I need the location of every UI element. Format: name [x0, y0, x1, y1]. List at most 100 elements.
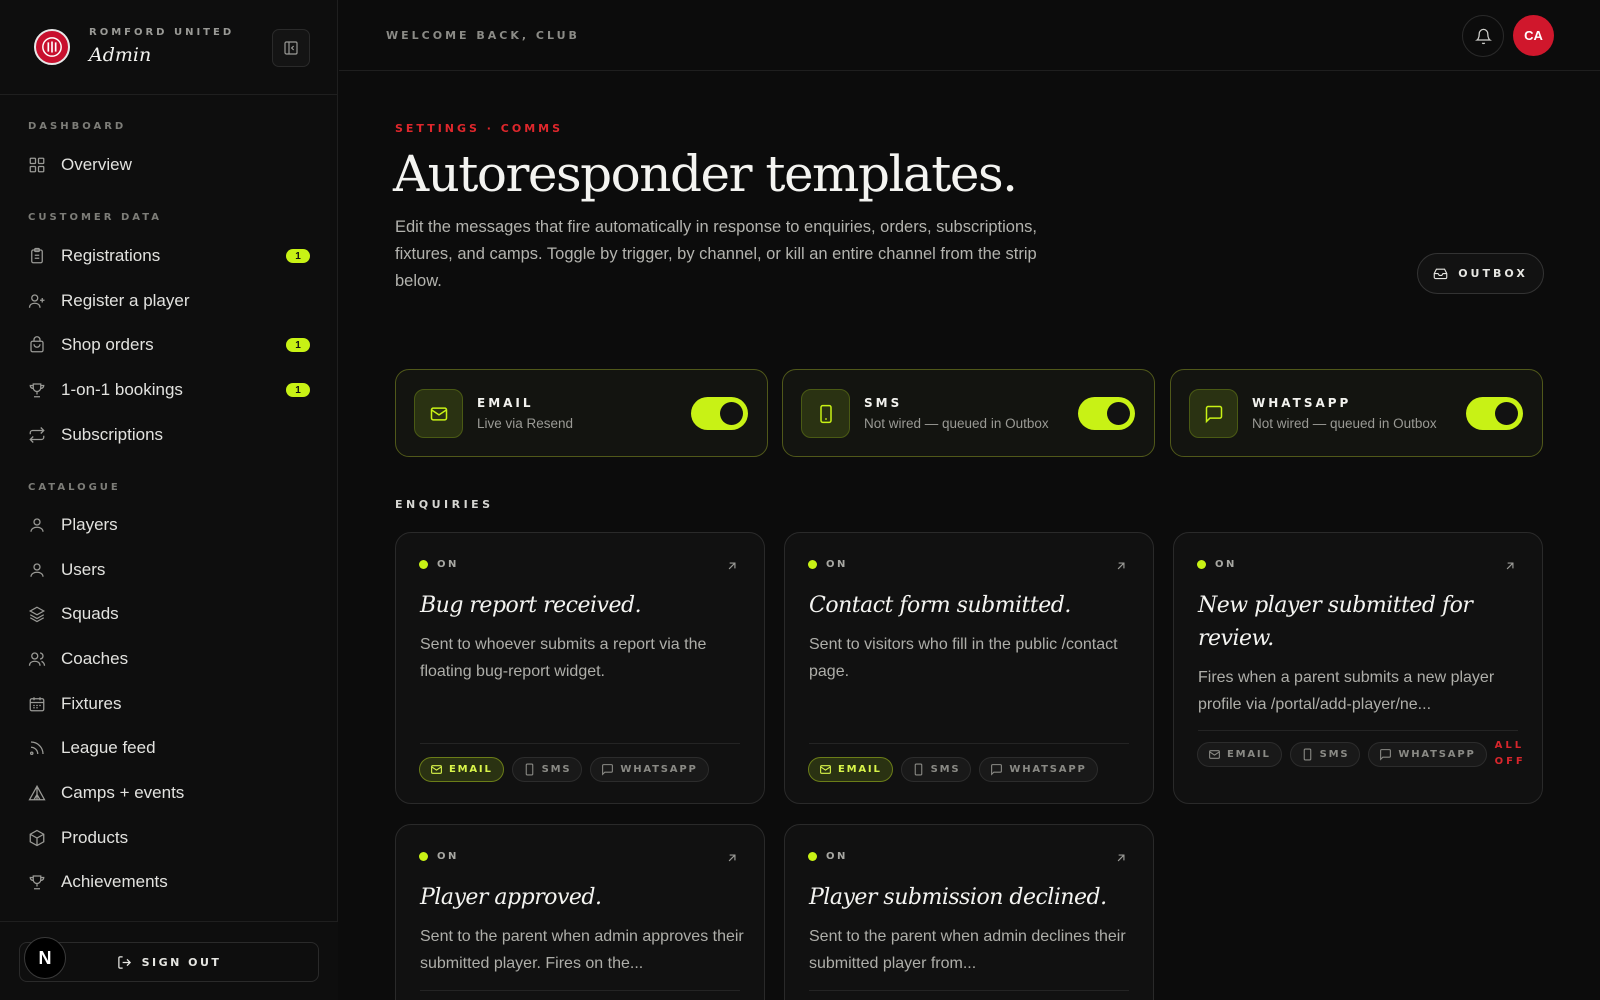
sidebar-item-coaches[interactable]: Coaches: [28, 641, 310, 677]
arrow-up-right-icon[interactable]: [1114, 851, 1128, 865]
chip-sms[interactable]: SMS: [900, 757, 972, 782]
phone-icon: [914, 763, 922, 776]
template-card-player-declined[interactable]: ON Player submission declined. Sent to t…: [784, 824, 1154, 1000]
card-divider: [420, 743, 740, 744]
card-divider: [1198, 730, 1518, 731]
nav-section-catalogue: CATALOGUE: [28, 482, 121, 493]
sidebar-item-league-feed[interactable]: League feed: [28, 730, 310, 766]
sidebar-item-label: Registrations: [61, 246, 161, 265]
sidebar-item-players[interactable]: Players: [28, 507, 310, 543]
status-dot: [419, 852, 428, 861]
sidebar-item-achievements[interactable]: Achievements: [28, 864, 310, 900]
users-icon: [28, 652, 46, 666]
chip-whatsapp[interactable]: WHATSAPP: [1368, 741, 1487, 767]
channel-icon-box: [1189, 389, 1238, 438]
sidebar-item-register-a-player[interactable]: Register a player: [28, 283, 310, 319]
tent-icon: [28, 784, 46, 801]
sidebar-item-label: Squads: [61, 604, 119, 623]
channel-name: EMAIL: [477, 396, 534, 410]
sidebar-item-fixtures[interactable]: Fixtures: [28, 686, 310, 722]
chip-whatsapp[interactable]: WHATSAPP: [590, 757, 709, 782]
template-card-player-approved[interactable]: ON Player approved. Sent to the parent w…: [395, 824, 765, 1000]
chip-label: SMS: [541, 764, 572, 775]
club-name: ROMFORD UNITED: [89, 27, 235, 38]
channel-toggle-email[interactable]: [691, 397, 748, 430]
clipboard-icon: [31, 247, 43, 264]
sidebar-item-subscriptions[interactable]: Subscriptions: [28, 417, 310, 453]
sidebar-item-label: Overview: [61, 155, 132, 174]
sidebar-item-label: Register a player: [61, 291, 190, 310]
template-card-bug-report[interactable]: ON Bug report received. Sent to whoever …: [395, 532, 765, 804]
chip-label: WHATSAPP: [620, 764, 698, 775]
status-text: ON: [826, 559, 848, 570]
bag-icon: [30, 336, 44, 353]
chip-label: EMAIL: [1227, 748, 1271, 760]
chip-sms[interactable]: SMS: [1289, 741, 1361, 767]
chip-email[interactable]: EMAIL: [419, 757, 504, 782]
welcome-message: WELCOME BACK, CLUB: [386, 29, 580, 42]
sidebar-item-squads[interactable]: Squads: [28, 596, 310, 632]
channel-card-whatsapp: WHATSAPP Not wired — queued in Outbox: [1170, 369, 1543, 457]
arrow-up-right-icon[interactable]: [1503, 559, 1517, 573]
calendar-icon: [29, 697, 45, 712]
status-indicator: ON: [1197, 559, 1237, 570]
message-square-icon: [1380, 748, 1392, 761]
rss-icon: [29, 741, 44, 756]
template-title: Player submission declined.: [809, 885, 1107, 910]
phone-icon: [1303, 748, 1311, 760]
sidebar: ROMFORD UNITED Admin DASHBOARD Overview …: [0, 0, 338, 1000]
message-square-icon: [991, 764, 1003, 776]
sidebar-item-overview[interactable]: Overview: [28, 147, 310, 183]
club-crest-logo[interactable]: [34, 29, 70, 65]
channel-status: Not wired — queued in Outbox: [1252, 416, 1437, 431]
chip-label: SMS: [1319, 748, 1350, 760]
notifications-button[interactable]: [1462, 15, 1504, 57]
arrow-up-right-icon[interactable]: [1114, 559, 1128, 573]
arrow-up-right-icon[interactable]: [725, 559, 739, 573]
channel-icon-box: [414, 389, 463, 438]
status-indicator: ON: [419, 559, 459, 570]
sidebar-item-1-on-1-bookings[interactable]: 1-on-1 bookings 1: [28, 372, 310, 408]
chip-label: WHATSAPP: [1398, 748, 1476, 760]
collapse-sidebar-button[interactable]: [272, 29, 310, 67]
channel-toggle-sms[interactable]: [1078, 397, 1135, 430]
template-card-new-player-review[interactable]: ON New player submitted for review. Fire…: [1173, 532, 1543, 804]
chip-sms[interactable]: SMS: [511, 757, 583, 782]
inbox-icon: [1433, 268, 1448, 280]
dev-tools-badge[interactable]: N: [24, 937, 66, 979]
template-title: New player submitted for review.: [1198, 593, 1473, 651]
sidebar-item-users[interactable]: Users: [28, 552, 310, 588]
sidebar-item-camps-events[interactable]: Camps + events: [28, 775, 310, 811]
section-label-enquiries: ENQUIRIES: [395, 498, 494, 511]
toggle-knob: [1495, 402, 1518, 425]
status-dot: [1197, 560, 1206, 569]
outbox-button[interactable]: OUTBOX: [1417, 253, 1544, 294]
sidebar-item-label: Subscriptions: [61, 425, 164, 444]
message-square-icon: [602, 764, 614, 776]
sidebar-item-label: League feed: [61, 738, 156, 757]
brand-header: ROMFORD UNITED Admin: [0, 0, 337, 95]
sidebar-item-label: Products: [61, 828, 129, 847]
layers-icon: [28, 606, 46, 623]
sidebar-item-products[interactable]: Products: [28, 820, 310, 856]
arrow-up-right-icon[interactable]: [725, 851, 739, 865]
sidebar-item-label: Coaches: [61, 649, 129, 668]
chip-whatsapp[interactable]: WHATSAPP: [979, 757, 1098, 782]
sidebar-item-label: Fixtures: [61, 694, 122, 713]
sidebar-item-shop-orders[interactable]: Shop orders 1: [28, 327, 310, 363]
nav-section-customer-data: CUSTOMER DATA: [28, 212, 162, 223]
status-dot: [808, 852, 817, 861]
chip-label: SMS: [930, 764, 961, 775]
sidebar-item-registrations[interactable]: Registrations 1: [28, 238, 310, 274]
channel-toggle-whatsapp[interactable]: [1466, 397, 1523, 430]
page-title: Autoresponder templates.: [393, 145, 1018, 203]
sidebar-footer: SIGN OUT N: [0, 921, 338, 1000]
template-description: Fires when a parent submits a new player…: [1198, 669, 1495, 713]
grid-icon: [29, 157, 45, 173]
user-avatar[interactable]: CA: [1513, 15, 1554, 56]
chip-email[interactable]: EMAIL: [808, 757, 893, 782]
template-card-contact-form[interactable]: ON Contact form submitted. Sent to visit…: [784, 532, 1154, 804]
phone-icon: [525, 763, 533, 776]
trophy-icon: [29, 383, 45, 398]
chip-email[interactable]: EMAIL: [1197, 741, 1282, 767]
